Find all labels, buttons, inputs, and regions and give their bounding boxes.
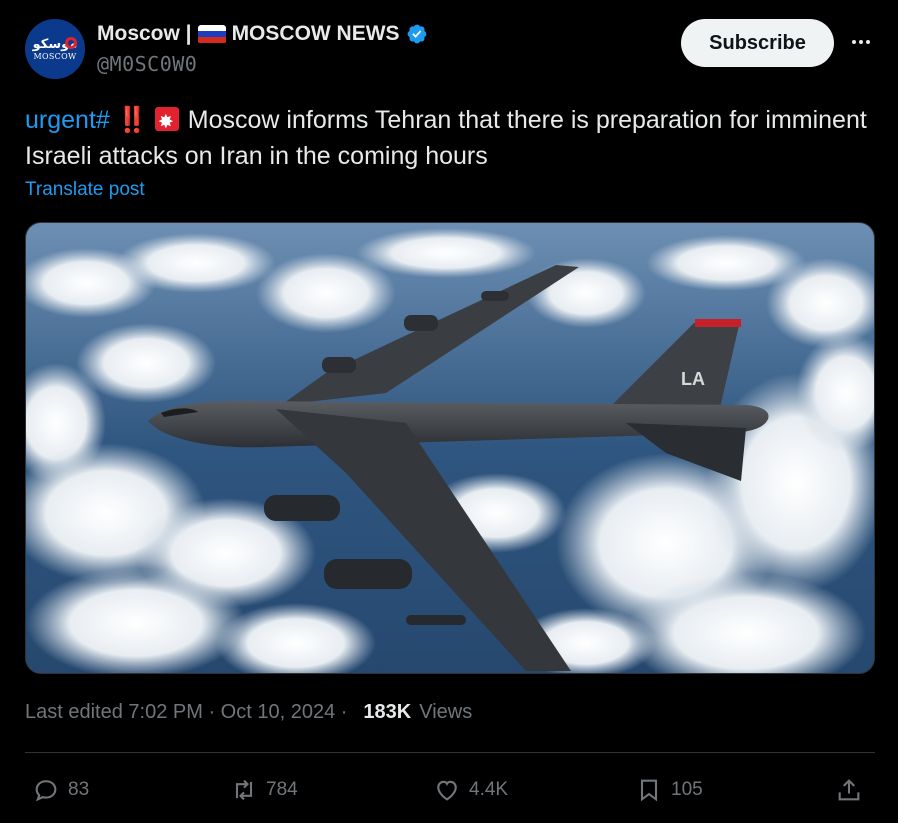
subscribe-button[interactable]: Subscribe [681,19,834,67]
repost-icon [235,779,253,801]
display-name[interactable]: Moscow | [97,22,192,46]
author-name-row[interactable]: Moscow | MOSCOW NEWS [97,20,428,48]
more-icon[interactable] [848,30,874,54]
like-count: 4.4K [469,779,509,800]
bookmark-button[interactable]: 105 [635,772,703,808]
russia-flag-icon [197,24,226,44]
divider [25,752,875,753]
author-handle[interactable]: @M0SC0W0 [97,52,197,76]
hashtag-link[interactable]: urgent# [25,106,110,134]
avatar[interactable]: موسكو MOSCOW [25,19,85,79]
views-count: 183K [363,701,412,723]
action-bar: 83 784 4.4K 105 [25,772,875,808]
views-label: Views [419,701,473,723]
reply-count: 83 [68,779,90,800]
repost-button[interactable]: 784 [230,772,298,808]
share-icon [838,779,860,801]
like-icon [437,780,457,801]
like-button[interactable]: 4.4K [433,772,508,808]
reply-button[interactable]: 83 [32,772,89,808]
siren-icon [154,105,179,141]
avatar-target-icon [65,37,77,49]
share-button[interactable] [835,772,863,808]
verified-badge-icon [407,24,426,44]
channel-name[interactable]: MOSCOW NEWS [232,22,400,46]
avatar-latin-text: MOSCOW [33,51,77,61]
double-exclamation-icon: ‼️ [116,106,148,134]
bookmark-count: 105 [671,779,703,800]
post-body: Moscow informs Tehran that there is prep… [25,106,867,170]
b52-aircraft-photo: LA [26,223,874,673]
repost-count: 784 [266,779,298,800]
post-text: urgent# ‼️ Moscow informs Tehran that th… [25,102,875,174]
post-meta: Last edited 7:02 PM · Oct 10, 2024 · 183… [25,701,472,724]
tail-code-text: LA [681,369,705,389]
edited-timestamp[interactable]: Last edited 7:02 PM · Oct 10, 2024 · [25,701,347,724]
bookmark-icon [640,779,658,802]
post-image[interactable]: LA [25,222,875,674]
reply-icon [35,780,57,802]
translate-post-link[interactable]: Translate post [25,179,145,201]
